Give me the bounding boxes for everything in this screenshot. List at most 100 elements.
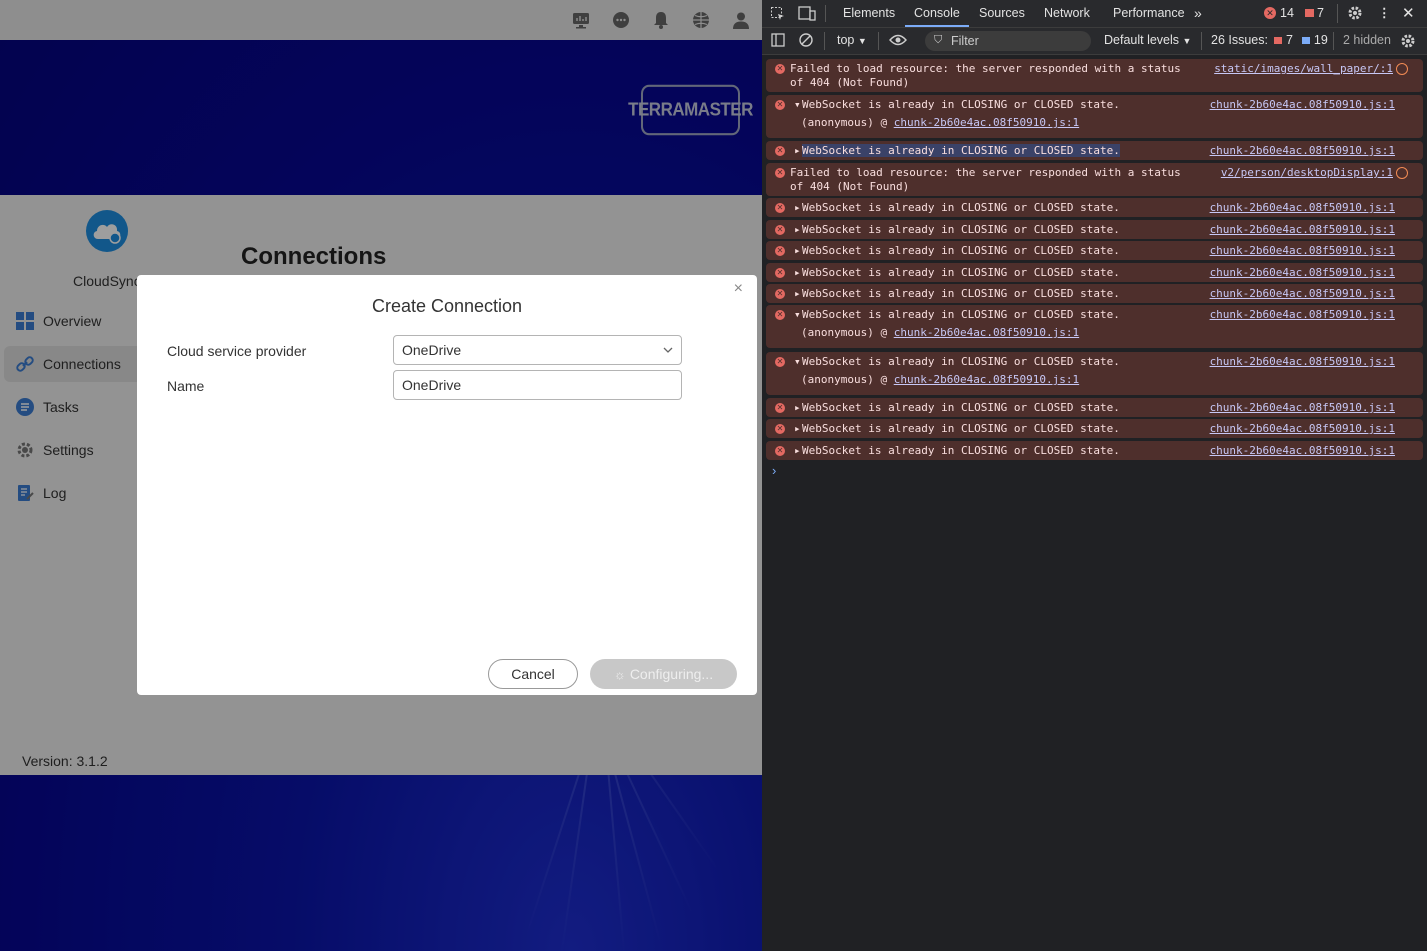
eye-icon[interactable] [889, 33, 907, 47]
network-request-icon[interactable] [1396, 167, 1408, 179]
info-icon [1302, 37, 1311, 44]
console-error-row[interactable]: ✕ ▸WebSocket is already in CLOSING or CLO… [766, 419, 1423, 438]
gear-icon[interactable] [1347, 5, 1363, 21]
console-error-row[interactable]: ✕ ▾WebSocket is already in CLOSING or CLO… [766, 95, 1423, 138]
source-link[interactable]: chunk-2b60e4ac.08f50910.js:1 [1210, 287, 1395, 301]
cancel-button[interactable]: Cancel [488, 659, 578, 689]
name-label: Name [167, 378, 205, 394]
error-text: Failed to load resource: the server resp… [790, 166, 1181, 193]
tab-elements[interactable]: Elements [843, 0, 895, 27]
close-icon[interactable]: × [734, 280, 743, 298]
stack-link[interactable]: chunk-2b60e4ac.08f50910.js:1 [894, 116, 1079, 129]
stack-frame: (anonymous) @ chunk-2b60e4ac.08f50910.js… [801, 373, 1079, 387]
source-link[interactable]: static/images/wall_paper/:1 [1214, 62, 1393, 76]
issue-count[interactable]: 7 [1317, 0, 1324, 27]
source-link[interactable]: chunk-2b60e4ac.08f50910.js:1 [1210, 244, 1395, 258]
expand-triangle-icon[interactable]: ▸ [794, 201, 802, 215]
source-link[interactable]: v2/person/desktopDisplay:1 [1221, 166, 1393, 180]
console-error-row[interactable]: ✕ ▸WebSocket is already in CLOSING or CLO… [766, 263, 1423, 282]
log-levels-select[interactable]: Default levels ▼ [1104, 33, 1191, 47]
tab-network[interactable]: Network [1044, 0, 1090, 27]
expand-triangle-icon[interactable]: ▸ [794, 401, 802, 415]
source-link[interactable]: chunk-2b60e4ac.08f50910.js:1 [1210, 308, 1395, 322]
expand-triangle-icon[interactable]: ▸ [794, 244, 802, 258]
more-options-icon[interactable]: ⋮ [1378, 0, 1391, 27]
close-devtools-icon[interactable]: ✕ [1402, 0, 1415, 27]
inspect-icon[interactable] [770, 6, 786, 22]
expand-triangle-icon[interactable]: ▸ [794, 144, 802, 158]
error-text: WebSocket is already in CLOSING or CLOSE… [802, 266, 1120, 279]
device-toolbar-icon[interactable] [798, 6, 816, 22]
globe-icon[interactable] [691, 10, 711, 30]
divider [825, 5, 826, 22]
nav-item-tasks[interactable]: Tasks [4, 389, 154, 425]
tab-sources[interactable]: Sources [979, 0, 1025, 27]
error-text: WebSocket is already in CLOSING or CLOSE… [802, 201, 1120, 214]
stack-link[interactable]: chunk-2b60e4ac.08f50910.js:1 [894, 326, 1079, 339]
gear-icon [15, 440, 35, 460]
stack-link[interactable]: chunk-2b60e4ac.08f50910.js:1 [894, 373, 1079, 386]
clear-console-icon[interactable] [798, 32, 814, 48]
version-label: Version: 3.1.2 [22, 753, 108, 769]
console-prompt[interactable]: › [772, 463, 776, 478]
error-message: ▸WebSocket is already in CLOSING or CLOS… [794, 223, 1120, 237]
provider-select[interactable]: OneDrive [393, 335, 682, 365]
error-icon: ✕ [775, 310, 785, 320]
sidebar-toggle-icon[interactable] [771, 33, 785, 47]
collapse-triangle-icon[interactable]: ▾ [794, 98, 802, 112]
user-icon[interactable] [731, 10, 751, 30]
expand-triangle-icon[interactable]: ▸ [794, 444, 802, 458]
nav-label: Connections [43, 356, 121, 372]
error-text: WebSocket is already in CLOSING or CLOSE… [802, 422, 1120, 435]
source-link[interactable]: chunk-2b60e4ac.08f50910.js:1 [1210, 144, 1395, 158]
expand-triangle-icon[interactable]: ▸ [794, 266, 802, 280]
chat-icon[interactable] [611, 10, 631, 30]
source-link[interactable]: chunk-2b60e4ac.08f50910.js:1 [1210, 223, 1395, 237]
nav-item-settings[interactable]: Settings [4, 432, 154, 468]
configuring-button[interactable]: ☼ Configuring... [590, 659, 737, 689]
source-link[interactable]: chunk-2b60e4ac.08f50910.js:1 [1210, 98, 1395, 112]
console-error-row[interactable]: ✕ ▸WebSocket is already in CLOSING or CLO… [766, 241, 1423, 260]
source-link[interactable]: chunk-2b60e4ac.08f50910.js:1 [1210, 401, 1395, 415]
expand-triangle-icon[interactable]: ▸ [794, 422, 802, 436]
expand-triangle-icon[interactable]: ▸ [794, 223, 802, 237]
error-icon: ✕ [775, 100, 785, 110]
console-settings-icon[interactable] [1400, 33, 1416, 49]
expand-triangle-icon[interactable]: ▸ [794, 287, 802, 301]
source-link[interactable]: chunk-2b60e4ac.08f50910.js:1 [1210, 355, 1395, 369]
monitor-icon[interactable] [571, 10, 591, 30]
console-error-row[interactable]: ✕ ▸WebSocket is already in CLOSING or CLO… [766, 398, 1423, 417]
console-error-row[interactable]: ✕ ▸WebSocket is already in CLOSING or CLO… [766, 198, 1423, 217]
issues-button[interactable]: 26 Issues: 7 19 [1211, 33, 1328, 47]
console-error-row[interactable]: ✕ ▾WebSocket is already in CLOSING or CLO… [766, 305, 1423, 348]
collapse-triangle-icon[interactable]: ▾ [794, 355, 802, 369]
console-error-row[interactable]: ✕ ▸WebSocket is already in CLOSING or CLO… [766, 220, 1423, 239]
tab-performance[interactable]: Performance [1113, 0, 1185, 27]
error-icon[interactable]: ✕ [1264, 7, 1276, 19]
source-link[interactable]: chunk-2b60e4ac.08f50910.js:1 [1210, 444, 1395, 458]
bell-icon[interactable] [651, 10, 671, 30]
stack-prefix: (anonymous) @ [801, 373, 894, 386]
console-error-row[interactable]: ✕ ▸WebSocket is already in CLOSING or CLO… [766, 141, 1423, 160]
network-request-icon[interactable] [1396, 63, 1408, 75]
issue-flag-icon[interactable] [1305, 9, 1314, 17]
error-count[interactable]: 14 [1280, 0, 1294, 27]
tab-console[interactable]: Console [905, 0, 969, 27]
nav-item-connections[interactable]: Connections [4, 346, 154, 382]
console-error-row[interactable]: ✕ Failed to load resource: the server res… [766, 163, 1423, 196]
nav-item-log[interactable]: Log [4, 475, 154, 511]
console-error-row[interactable]: ✕ ▸WebSocket is already in CLOSING or CLO… [766, 441, 1423, 460]
name-input[interactable]: OneDrive [393, 370, 682, 400]
nav-item-overview[interactable]: Overview [4, 303, 154, 339]
console-error-row[interactable]: ✕ ▸WebSocket is already in CLOSING or CLO… [766, 284, 1423, 303]
console-error-row[interactable]: ✕ ▾WebSocket is already in CLOSING or CLO… [766, 352, 1423, 395]
source-link[interactable]: chunk-2b60e4ac.08f50910.js:1 [1210, 201, 1395, 215]
filter-input[interactable]: ⛉ Filter [925, 31, 1091, 51]
context-select[interactable]: top ▼ [837, 33, 867, 47]
collapse-triangle-icon[interactable]: ▾ [794, 308, 802, 322]
console-error-row[interactable]: ✕ Failed to load resource: the server res… [766, 59, 1423, 92]
source-link[interactable]: chunk-2b60e4ac.08f50910.js:1 [1210, 266, 1395, 280]
source-link[interactable]: chunk-2b60e4ac.08f50910.js:1 [1210, 422, 1395, 436]
more-tabs-icon[interactable]: » [1194, 0, 1202, 27]
divider [1201, 32, 1202, 50]
